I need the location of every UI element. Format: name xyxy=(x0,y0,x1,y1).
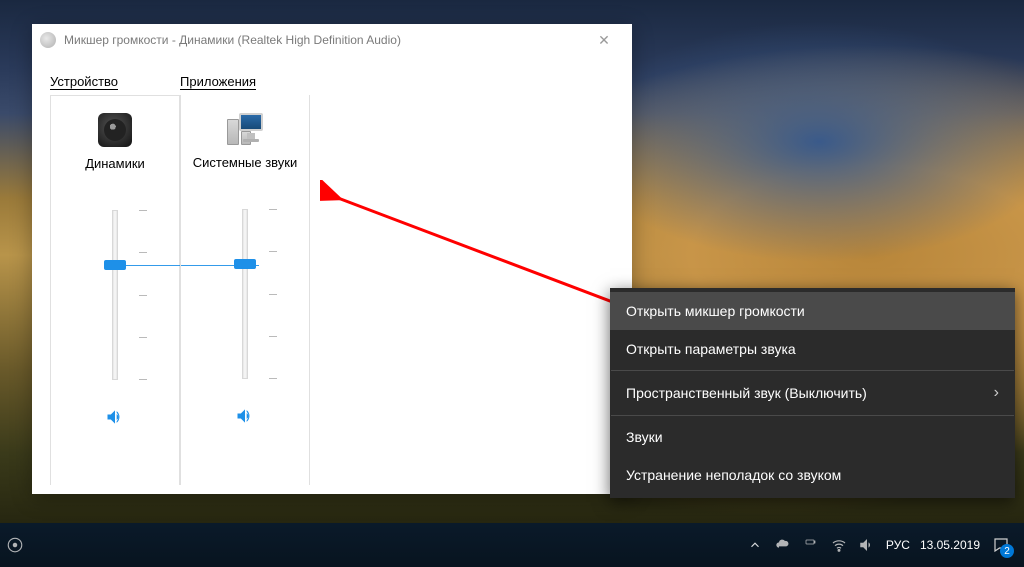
system-tray: РУС 13.05.2019 2 xyxy=(746,534,1018,556)
ctx-troubleshoot[interactable]: Устранение неполадок со звуком xyxy=(610,456,1015,494)
apps-column: Приложения Системные звуки xyxy=(180,74,614,494)
window-title: Микшер громкости - Динамики (Realtek Hig… xyxy=(64,33,584,47)
sound-context-menu: Открыть микшер громкости Открыть парамет… xyxy=(610,288,1015,498)
mute-button[interactable] xyxy=(102,404,128,430)
channel-device: Динамики xyxy=(50,95,180,485)
chevron-right-icon: › xyxy=(994,384,999,402)
ctx-sounds[interactable]: Звуки xyxy=(610,418,1015,456)
window-icon xyxy=(40,32,56,48)
close-button[interactable]: ✕ xyxy=(584,32,624,49)
tray-language[interactable]: РУС xyxy=(886,538,910,552)
apps-section-label: Приложения xyxy=(180,74,614,89)
tray-network-icon[interactable] xyxy=(830,536,848,554)
volume-slider[interactable] xyxy=(225,209,265,379)
device-section-label: Устройство xyxy=(50,74,180,89)
channel-label: Динамики xyxy=(85,156,145,192)
ctx-open-sound-settings[interactable]: Открыть параметры звука xyxy=(610,330,1015,368)
system-sounds-icon[interactable] xyxy=(227,111,263,147)
channel-system-sounds: Системные звуки xyxy=(180,95,310,485)
ctx-spatial-sound[interactable]: Пространственный звук (Выключить)› xyxy=(610,373,1015,413)
tray-battery-icon[interactable] xyxy=(802,536,820,554)
tray-volume-icon[interactable] xyxy=(858,536,876,554)
volume-slider[interactable] xyxy=(95,210,135,380)
titlebar[interactable]: Микшер громкости - Динамики (Realtek Hig… xyxy=(32,24,632,56)
mixer-body: Устройство Динамики Приложения xyxy=(32,56,632,494)
slider-thumb[interactable] xyxy=(234,259,256,269)
channel-label: Системные звуки xyxy=(193,155,298,191)
tray-date[interactable]: 13.05.2019 xyxy=(920,538,980,552)
tray-onedrive-icon[interactable] xyxy=(774,536,792,554)
notification-badge: 2 xyxy=(1000,544,1014,558)
taskbar-sound-icon[interactable] xyxy=(6,536,24,554)
separator xyxy=(611,370,1014,371)
tray-chevron-up-icon[interactable] xyxy=(746,536,764,554)
notification-center-icon[interactable]: 2 xyxy=(990,534,1012,556)
mute-button[interactable] xyxy=(232,403,258,429)
speaker-device-icon[interactable] xyxy=(97,112,133,148)
separator xyxy=(611,415,1014,416)
taskbar[interactable]: РУС 13.05.2019 2 xyxy=(0,523,1024,567)
slider-thumb[interactable] xyxy=(104,260,126,270)
volume-mixer-window: Микшер громкости - Динамики (Realtek Hig… xyxy=(32,24,632,494)
device-column: Устройство Динамики xyxy=(50,74,180,494)
ctx-open-mixer[interactable]: Открыть микшер громкости xyxy=(610,292,1015,330)
